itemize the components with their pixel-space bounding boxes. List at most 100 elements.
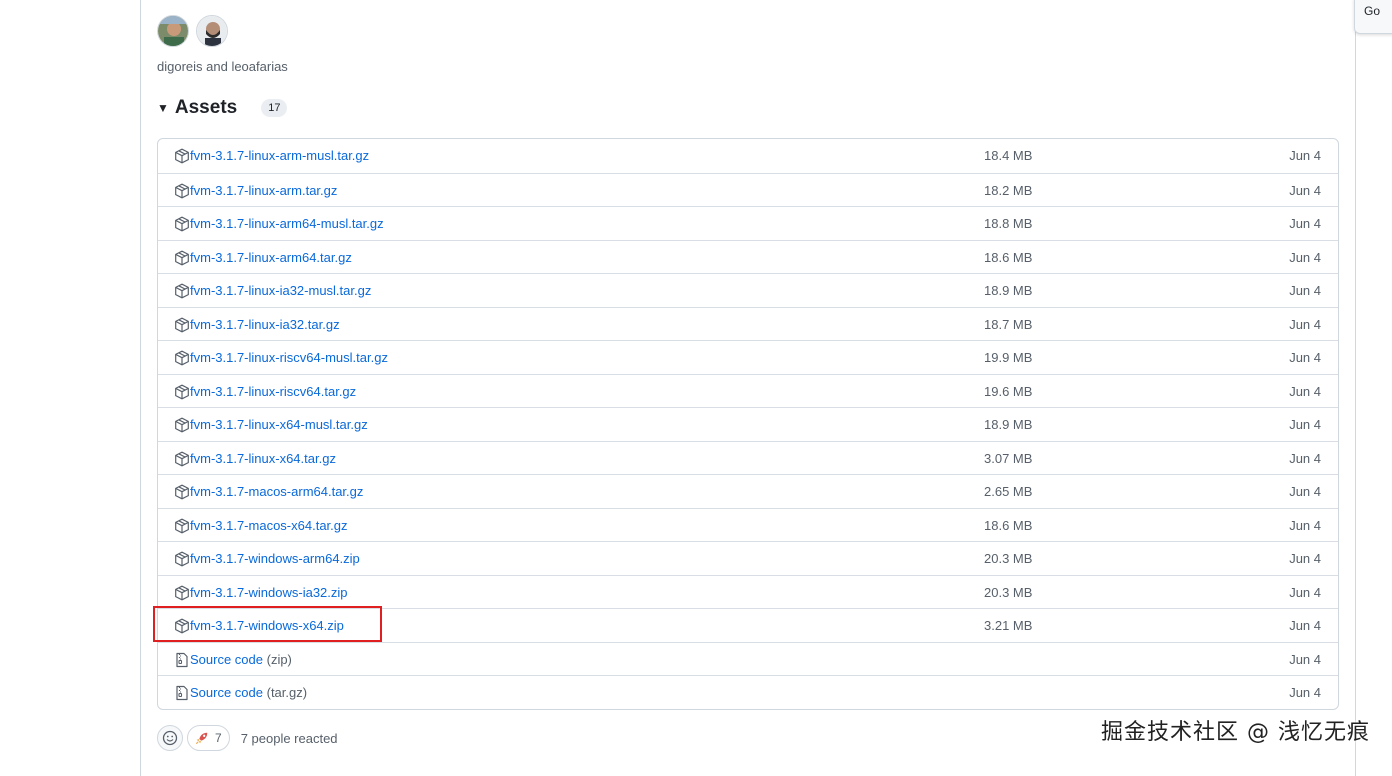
package-icon xyxy=(174,451,190,467)
asset-date: Jun 4 xyxy=(1289,651,1321,667)
asset-date: Jun 4 xyxy=(1289,685,1321,700)
assets-count-badge: 17 xyxy=(261,99,288,117)
asset-date: Jun 4 xyxy=(1289,383,1321,399)
asset-size: 20.3 MB xyxy=(984,551,1033,566)
asset-download-link[interactable]: fvm-3.1.7-linux-arm-musl.tar.gz xyxy=(190,148,369,163)
asset-row: fvm-3.1.7-linux-arm.tar.gz 18.2 MB Jun 4 xyxy=(158,172,1338,207)
asset-size: 18.9 MB xyxy=(984,283,1033,298)
asset-date: Jun 4 xyxy=(1289,484,1321,499)
asset-row: fvm-3.1.7-linux-arm64-musl.tar.gz 18.8 MB… xyxy=(158,206,1338,240)
avatar-leoafarias[interactable] xyxy=(196,15,228,47)
asset-name: fvm-3.1.7-linux-arm64-musl.tar.gz xyxy=(190,216,384,231)
package-icon xyxy=(174,585,190,601)
asset-name: fvm-3.1.7-windows-ia32.zip xyxy=(190,584,348,600)
reactions-summary: 7 people reacted xyxy=(240,730,338,746)
asset-size: 2.65 MB xyxy=(984,484,1033,499)
package-icon xyxy=(174,417,190,433)
asset-download-link[interactable]: fvm-3.1.7-linux-x64.tar.gz xyxy=(190,451,336,466)
asset-date: Jun 4 xyxy=(1289,148,1321,163)
asset-size: 19.6 MB xyxy=(984,383,1033,399)
asset-name: fvm-3.1.7-linux-arm64.tar.gz xyxy=(190,249,352,265)
asset-download-link[interactable]: fvm-3.1.7-windows-arm64.zip xyxy=(190,551,360,566)
asset-row: fvm-3.1.7-linux-arm64.tar.gz 18.6 MB Jun 4 xyxy=(158,239,1338,274)
asset-size: 19.9 MB xyxy=(984,350,1033,365)
asset-download-link[interactable]: fvm-3.1.7-linux-arm.tar.gz xyxy=(190,183,337,198)
asset-size: 18.8 MB xyxy=(984,216,1033,231)
asset-date: Jun 4 xyxy=(1289,584,1321,600)
asset-size: 20.3 MB xyxy=(984,584,1033,600)
asset-date: Jun 4 xyxy=(1289,350,1321,365)
asset-download-link[interactable]: fvm-3.1.7-linux-arm64.tar.gz xyxy=(190,250,352,265)
asset-date: Jun 4 xyxy=(1289,283,1321,298)
asset-row: fvm-3.1.7-windows-arm64.zip 20.3 MB Jun 4 xyxy=(158,541,1338,575)
asset-name: fvm-3.1.7-linux-arm.tar.gz xyxy=(190,182,338,198)
package-icon xyxy=(174,283,190,299)
asset-date: Jun 4 xyxy=(1289,316,1321,332)
asset-download-link[interactable]: fvm-3.1.7-linux-arm64-musl.tar.gz xyxy=(190,216,384,231)
contributor-avatars xyxy=(157,15,228,47)
asset-row: fvm-3.1.7-linux-arm-musl.tar.gz 18.4 MB Ju… xyxy=(158,139,1338,173)
asset-size: 3.07 MB xyxy=(984,450,1033,466)
asset-size: 18.9 MB xyxy=(984,417,1033,432)
asset-download-link[interactable]: fvm-3.1.7-windows-ia32.zip xyxy=(190,585,348,600)
package-icon xyxy=(174,484,190,500)
package-icon xyxy=(174,183,190,199)
package-icon xyxy=(174,216,190,232)
asset-download-link[interactable]: Source code (zip) xyxy=(190,652,292,667)
watermark-text: 掘金技术社区 @ 浅忆无痕 xyxy=(1101,720,1370,745)
asset-row: fvm-3.1.7-linux-ia32-musl.tar.gz 18.9 MB J… xyxy=(158,273,1338,307)
package-icon xyxy=(174,350,190,366)
rocket-reaction-button[interactable]: 7 xyxy=(187,725,230,751)
asset-download-link[interactable]: fvm-3.1.7-macos-arm64.tar.gz xyxy=(190,484,363,499)
asset-download-link[interactable]: Source code (tar.gz) xyxy=(190,685,307,700)
asset-row: fvm-3.1.7-macos-arm64.tar.gz 2.65 MB Jun 4 xyxy=(158,474,1338,508)
reactions-bar: 7 7 people reacted xyxy=(157,725,338,751)
asset-name: fvm-3.1.7-linux-x64.tar.gz xyxy=(190,450,336,466)
asset-download-link[interactable]: fvm-3.1.7-windows-x64.zip xyxy=(190,618,344,633)
asset-size: 18.7 MB xyxy=(984,316,1033,332)
asset-name: fvm-3.1.7-linux-ia32-musl.tar.gz xyxy=(190,283,372,298)
corner-button[interactable]: Go xyxy=(1354,0,1392,34)
asset-size: 18.4 MB xyxy=(984,148,1033,163)
asset-row: Source code (zip) Jun 4 xyxy=(158,641,1338,676)
asset-size: 18.2 MB xyxy=(984,182,1033,198)
asset-download-link[interactable]: fvm-3.1.7-macos-x64.tar.gz xyxy=(190,518,348,533)
asset-date: Jun 4 xyxy=(1289,216,1321,231)
package-icon xyxy=(174,317,190,333)
add-reaction-button[interactable] xyxy=(157,725,183,751)
asset-size: 18.6 MB xyxy=(984,517,1033,533)
avatar-digoreis[interactable] xyxy=(157,15,189,47)
asset-name: fvm-3.1.7-linux-x64-musl.tar.gz xyxy=(190,417,368,432)
asset-date: Jun 4 xyxy=(1289,249,1321,265)
asset-row: fvm-3.1.7-macos-x64.tar.gz 18.6 MB Jun 4 xyxy=(158,507,1338,542)
asset-download-link[interactable]: fvm-3.1.7-linux-riscv64-musl.tar.gz xyxy=(190,350,388,365)
asset-row: Source code (tar.gz) Jun 4 xyxy=(158,675,1338,709)
asset-row: fvm-3.1.7-linux-x64.tar.gz 3.07 MB Jun 4 xyxy=(158,440,1338,475)
asset-date: Jun 4 xyxy=(1289,182,1321,198)
assets-toggle[interactable]: ▼ Assets 17 xyxy=(157,97,288,119)
asset-name: fvm-3.1.7-windows-arm64.zip xyxy=(190,551,360,566)
rocket-count: 7 xyxy=(215,731,222,745)
asset-download-link[interactable]: fvm-3.1.7-linux-ia32.tar.gz xyxy=(190,317,340,332)
asset-date: Jun 4 xyxy=(1289,450,1321,466)
asset-download-link[interactable]: fvm-3.1.7-linux-riscv64.tar.gz xyxy=(190,384,356,399)
rocket-icon xyxy=(195,732,208,745)
asset-name: fvm-3.1.7-linux-riscv64.tar.gz xyxy=(190,383,357,399)
asset-date: Jun 4 xyxy=(1289,551,1321,566)
asset-name-suffix: (tar.gz) xyxy=(263,685,308,700)
asset-download-link[interactable]: fvm-3.1.7-linux-x64-musl.tar.gz xyxy=(190,417,368,432)
smiley-icon xyxy=(162,730,178,746)
asset-size: 18.6 MB xyxy=(984,249,1033,265)
asset-name: fvm-3.1.7-windows-x64.zip xyxy=(190,618,344,633)
asset-row: fvm-3.1.7-linux-ia32.tar.gz 18.7 MB Jun 4 xyxy=(158,306,1338,341)
package-icon xyxy=(174,551,190,567)
asset-row: fvm-3.1.7-linux-x64-musl.tar.gz 18.9 MB Ju… xyxy=(158,407,1338,441)
contributors-text: digoreis and leoafarias xyxy=(157,59,288,74)
asset-date: Jun 4 xyxy=(1289,618,1321,633)
triangle-down-icon: ▼ xyxy=(157,101,169,115)
asset-date: Jun 4 xyxy=(1289,417,1321,432)
asset-row: fvm-3.1.7-linux-riscv64-musl.tar.gz 19.9 … xyxy=(158,340,1338,374)
asset-row: fvm-3.1.7-linux-riscv64.tar.gz 19.6 MB Jun… xyxy=(158,373,1338,408)
asset-download-link[interactable]: fvm-3.1.7-linux-ia32-musl.tar.gz xyxy=(190,283,371,298)
assets-list: fvm-3.1.7-linux-arm-musl.tar.gz 18.4 MB Ju… xyxy=(157,138,1339,710)
